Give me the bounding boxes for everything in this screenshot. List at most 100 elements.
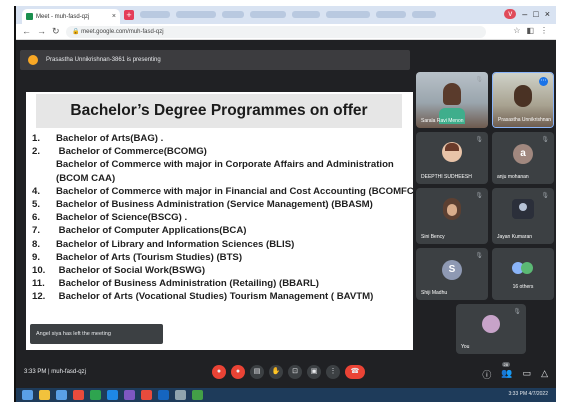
forward-icon[interactable]: → — [37, 26, 46, 37]
other-tabs — [140, 11, 440, 19]
shared-screen: Bachelor’s Degree Programmes on offer 1.… — [26, 84, 413, 350]
programme-item: 9. Bachelor of Arts (Tourism Studies) (BT… — [32, 251, 412, 264]
profile-badge[interactable]: v — [504, 9, 517, 19]
programme-item: 1. Bachelor of Arts(BAG) . — [32, 132, 412, 145]
minimize-button[interactable]: – — [522, 9, 527, 19]
chat-icon[interactable]: ▭ — [523, 368, 532, 381]
speaking-icon: ⋯ — [539, 77, 548, 86]
mic-off-icon: 🎙 — [475, 253, 483, 259]
extensions-icon[interactable]: ◧ — [526, 26, 534, 35]
address-bar-icons: ☆ ◧ ⋮ — [513, 26, 548, 35]
app-icon[interactable] — [73, 390, 84, 400]
screen: Meet - muh-fasd-qzj × + v – □ × ← → ↻ 🔒 … — [14, 6, 556, 402]
app-icon[interactable] — [175, 390, 186, 400]
programme-name: Bachelor of Commerce with major in Finan… — [56, 185, 413, 197]
address-bar: ← → ↻ 🔒 meet.google.com/muh-fasd-qzj ☆ ◧… — [16, 24, 556, 40]
meeting-controls-bar: 3:33 PM | muh-fasd-qzj ● ● ▤ ✋ ⊡ ▣ ⋮ ☎ 2… — [16, 360, 556, 388]
participant-name: You — [461, 344, 470, 350]
participant-tile-shiji[interactable]: S 🎙 Shiji Madhu — [416, 248, 488, 300]
programme-item: 11. Bachelor of Business Administration … — [32, 277, 412, 290]
app-icon[interactable] — [124, 390, 135, 400]
participant-name: Sarala Ravi Menon — [421, 118, 464, 124]
info-icon[interactable]: ⓘ — [482, 368, 491, 381]
meet-favicon-icon — [26, 13, 33, 20]
bookmark-star-icon[interactable]: ☆ — [513, 26, 520, 35]
present-icon[interactable]: ⊡ — [288, 365, 302, 379]
programme-number: 4. — [32, 185, 41, 197]
others-avatars — [512, 261, 534, 276]
programme-name: Bachelor of Social Work(BSWG) — [56, 265, 206, 277]
programme-name: Bachelor of Business Administration (Ser… — [56, 199, 373, 211]
close-window-button[interactable]: × — [545, 9, 550, 19]
participant-tile-sarala[interactable]: 🎙 Sarala Ravi Menon — [416, 72, 488, 128]
programme-item: 2. Bachelor of Commerce(BCOMG) — [32, 145, 412, 158]
ie-icon[interactable] — [56, 390, 67, 400]
tray-date: 4/7/2022 — [528, 391, 548, 397]
new-tab-button[interactable]: + — [124, 10, 134, 20]
menu-dots-icon[interactable]: ⋮ — [540, 26, 548, 35]
mic-off-icon: 🎙 — [475, 193, 483, 199]
browser-tab-strip: Meet - muh-fasd-qzj × + v – □ × — [16, 6, 556, 24]
meeting-toast: Angel siya has left the meeting — [30, 324, 163, 344]
reload-icon[interactable]: ↻ — [52, 26, 60, 37]
programme-number: 9. — [32, 251, 41, 263]
back-icon[interactable]: ← — [22, 26, 31, 37]
participant-tile-prasastha[interactable]: ⋯ Prasastha Unnikrishnan — [492, 72, 554, 128]
raise-hand-icon[interactable]: ✋ — [269, 365, 283, 379]
participant-name: Jayan Kumaran — [497, 234, 533, 240]
word-icon[interactable] — [158, 390, 169, 400]
programme-number: 10. — [32, 265, 46, 277]
participant-tile-jayan[interactable]: 🎙 Jayan Kumaran — [492, 188, 554, 244]
tray-time: 3:33 PM — [508, 391, 528, 397]
os-taskbar: 3:33 PM 4/7/2022 — [16, 388, 556, 402]
pdf-icon[interactable] — [141, 390, 152, 400]
tab-close-icon[interactable]: × — [112, 13, 116, 20]
url-input[interactable]: 🔒 meet.google.com/muh-fasd-qzj — [66, 26, 486, 38]
app-icon[interactable] — [107, 390, 118, 400]
participant-tile-deepthi[interactable]: 🎙 DEEPTHI SUDHEESH — [416, 132, 488, 184]
explorer-icon[interactable] — [39, 390, 50, 400]
programme-name: Bachelor of Commerce(BCOMG) — [56, 146, 207, 158]
presenting-banner: Prasastha Unnikrishnan-3861 is presentin… — [20, 50, 410, 70]
participant-hair — [445, 142, 459, 151]
screen-share-icon[interactable]: ▣ — [307, 365, 321, 379]
programme-number: 12. — [32, 291, 46, 303]
start-icon[interactable] — [22, 390, 33, 400]
maximize-button[interactable]: □ — [533, 9, 538, 19]
participant-name: DEEPTHI SUDHEESH — [421, 174, 472, 180]
participant-initial-avatar: S — [442, 259, 462, 280]
programme-number: 3. — [32, 158, 56, 171]
programme-item: 3.Bachelor of Commerce with major in Cor… — [32, 158, 412, 184]
end-call-icon[interactable]: ☎ — [345, 365, 365, 379]
programme-item: 7. Bachelor of Computer Applications(BCA… — [32, 224, 412, 237]
captions-icon[interactable]: ▤ — [250, 365, 264, 379]
programme-name: Bachelor of Business Administration (Ret… — [56, 278, 319, 290]
programme-number: 11. — [32, 278, 45, 290]
programme-number: 8. — [32, 238, 41, 250]
programme-item: 5. Bachelor of Business Administration (S… — [32, 198, 412, 211]
mic-icon[interactable]: ● — [212, 365, 226, 379]
participant-tile-others[interactable]: 16 others — [492, 248, 554, 300]
browser-tab-meet[interactable]: Meet - muh-fasd-qzj × — [22, 9, 120, 24]
programme-name: Bachelor of Arts (Vocational Studies) To… — [56, 291, 374, 303]
programme-number: 6. — [32, 212, 41, 224]
chrome-icon[interactable] — [90, 390, 101, 400]
activities-icon[interactable]: △ — [541, 368, 548, 381]
people-icon[interactable]: 👥 — [501, 368, 512, 381]
taskbar-icons — [22, 390, 203, 400]
programme-list: 1. Bachelor of Arts(BAG) . 2. Bachelor of … — [32, 132, 413, 304]
participant-tile-sini[interactable]: 🎙 Sini Bency — [416, 188, 488, 244]
participant-tile-anju[interactable]: a 🎙 anju mohanan — [492, 132, 554, 184]
programme-number: 1. — [32, 133, 41, 144]
programme-item: 10. Bachelor of Social Work(BSWG) — [32, 264, 412, 277]
excel-icon[interactable] — [192, 390, 203, 400]
presenter-avatar-icon — [28, 55, 38, 65]
programme-number: 7. — [32, 225, 41, 237]
programme-name: Bachelor of Arts(BAG) . — [56, 133, 164, 144]
system-tray: 3:33 PM 4/7/2022 — [509, 391, 548, 397]
participant-tile-you[interactable]: 🎙 You — [456, 304, 526, 354]
window-controls: v – □ × — [504, 9, 550, 19]
side-panel-controls: ⓘ 👥 ▭ △ — [482, 368, 548, 381]
more-icon[interactable]: ⋮ — [326, 365, 340, 379]
camera-icon[interactable]: ● — [231, 365, 245, 379]
